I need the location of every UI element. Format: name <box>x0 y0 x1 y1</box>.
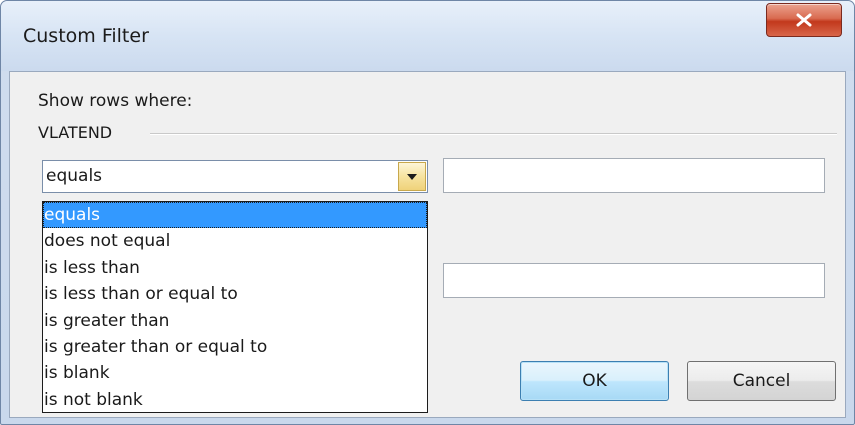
field-name-label: VLATEND <box>38 123 113 142</box>
operator-option-less-than-or-equal[interactable]: is less than or equal to <box>43 281 427 307</box>
operator-option-less-than[interactable]: is less than <box>43 255 427 281</box>
operator-option-greater-than-or-equal[interactable]: is greater than or equal to <box>43 334 427 360</box>
close-x-icon <box>795 13 813 27</box>
value-input-2[interactable] <box>443 263 825 298</box>
dialog-body: Show rows where: VLATEND equals OK Cance… <box>9 71 846 418</box>
show-rows-label: Show rows where: <box>38 91 193 111</box>
close-button[interactable] <box>766 3 842 37</box>
operator-option-is-blank[interactable]: is blank <box>43 360 427 386</box>
title-bar[interactable]: Custom Filter <box>1 1 854 71</box>
operator-option-greater-than[interactable]: is greater than <box>43 308 427 334</box>
group-divider <box>150 133 837 135</box>
value-input-1[interactable] <box>443 158 825 193</box>
cancel-button[interactable]: Cancel <box>687 361 836 401</box>
operator-option-does-not-equal[interactable]: does not equal <box>43 228 427 254</box>
operator-option-is-not-blank[interactable]: is not blank <box>43 387 427 413</box>
chevron-down-icon <box>407 173 417 180</box>
operator-combobox[interactable]: equals <box>42 160 428 193</box>
custom-filter-dialog: Custom Filter Show rows where: VLATEND e… <box>0 0 855 425</box>
operator-option-equals[interactable]: equals <box>43 202 427 229</box>
dialog-title: Custom Filter <box>23 25 149 47</box>
operator-dropdown-button[interactable] <box>398 162 426 191</box>
ok-button[interactable]: OK <box>520 361 669 401</box>
operator-selected-value: equals <box>46 166 103 186</box>
operator-dropdown-list[interactable]: equals does not equal is less than is le… <box>42 201 428 413</box>
